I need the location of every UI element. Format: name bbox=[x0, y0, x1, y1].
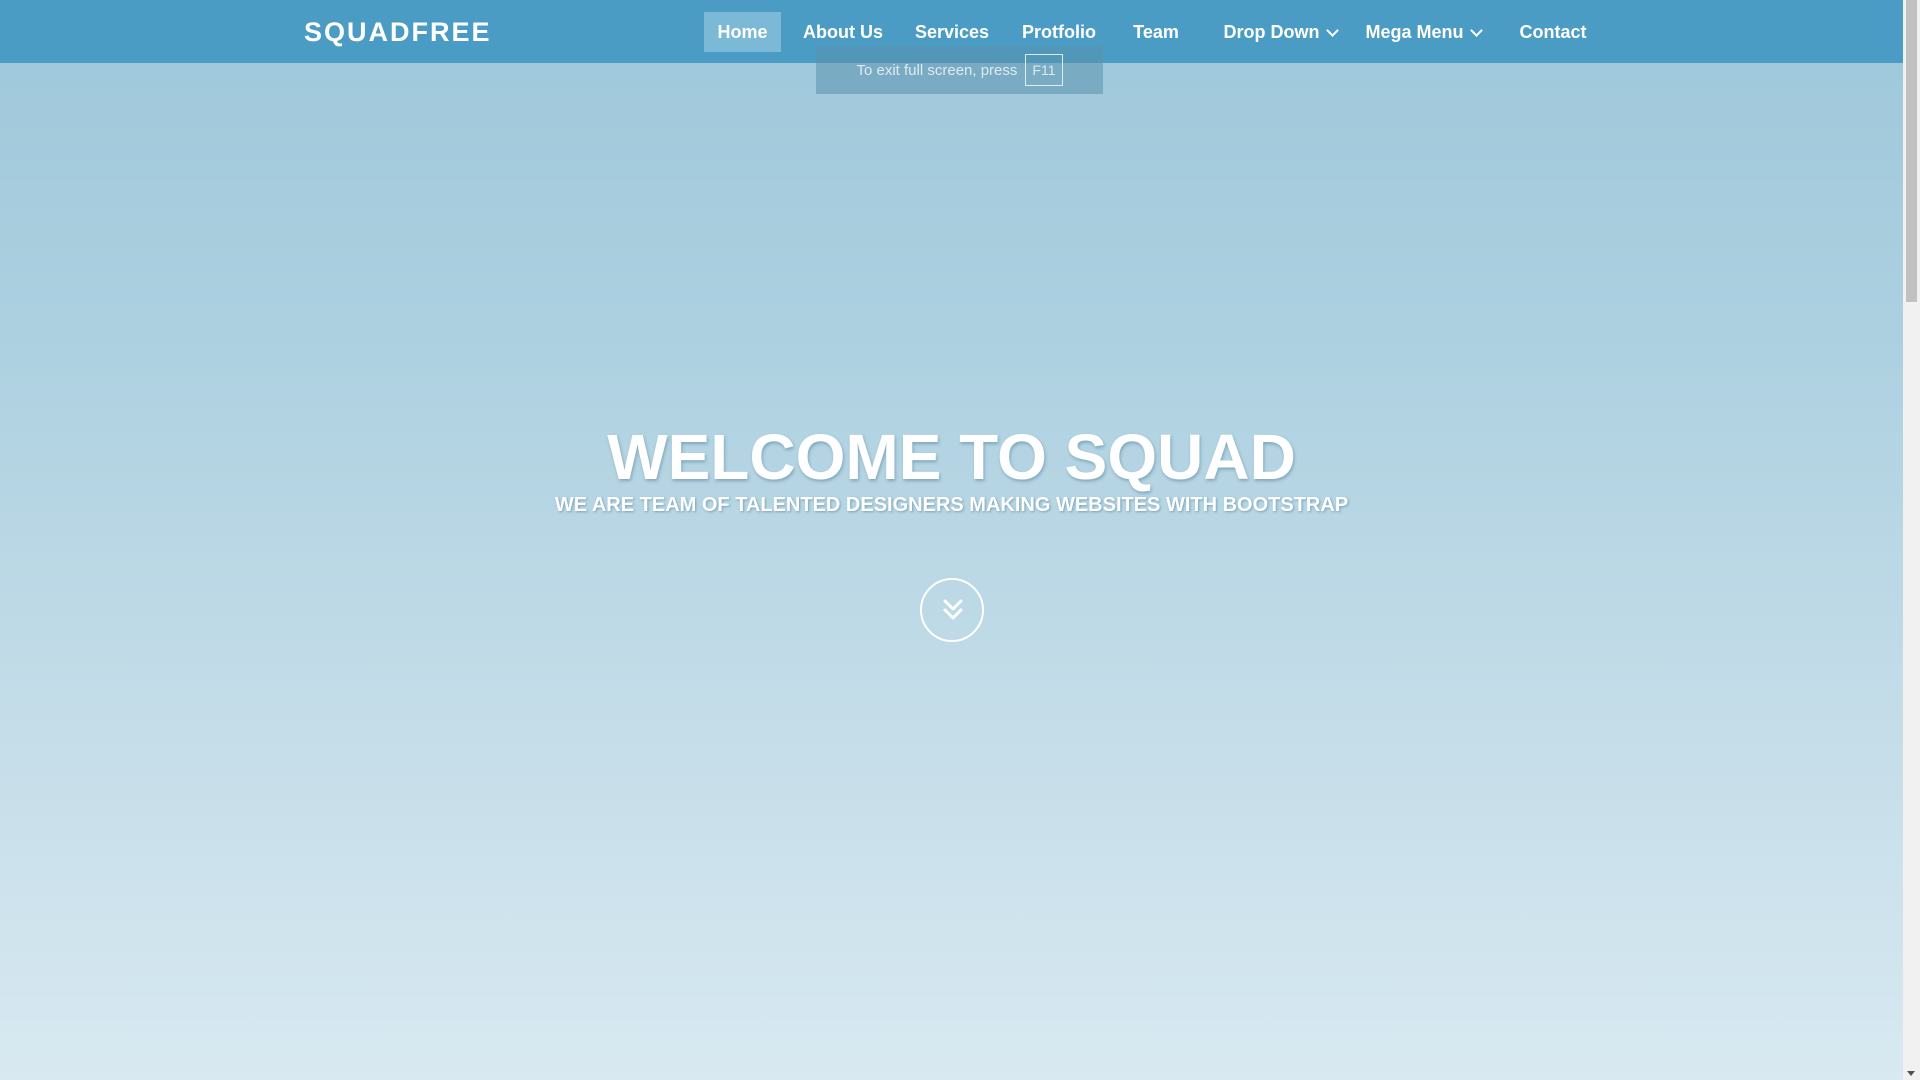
fullscreen-notice-text: To exit full screen, press bbox=[856, 61, 1018, 79]
scrollbar-thumb[interactable] bbox=[1906, 0, 1917, 302]
vertical-scrollbar[interactable] bbox=[1903, 0, 1920, 1080]
nav-item-label: Drop Down bbox=[1223, 21, 1320, 42]
double-chevron-down-icon bbox=[943, 599, 963, 620]
scroll-down-button[interactable] bbox=[920, 578, 984, 642]
nav-item-label: Services bbox=[914, 21, 990, 42]
hero-subtitle: WE ARE TEAM OF TALENTED DESIGNERS MAKING… bbox=[554, 494, 1349, 516]
fullscreen-exit-notice: To exit full screen, press F11 bbox=[816, 46, 1103, 94]
nav-item-label: About Us bbox=[803, 21, 883, 42]
chevron-down-icon bbox=[1325, 24, 1339, 37]
brand-logo[interactable]: SQUADFREE bbox=[304, 17, 492, 48]
nav-item-label: Mega Menu bbox=[1365, 21, 1464, 42]
nav-item-team[interactable]: Team bbox=[1125, 12, 1187, 52]
nav-item-mega-menu[interactable]: Mega Menu bbox=[1365, 12, 1483, 52]
nav-item-label: Contact bbox=[1519, 21, 1587, 42]
nav-item-contact[interactable]: Contact bbox=[1515, 12, 1591, 52]
nav-item-label: Team bbox=[1133, 21, 1179, 42]
nav-item-home[interactable]: Home bbox=[704, 12, 781, 52]
chevron-down-icon bbox=[1469, 24, 1483, 37]
hero-title: WELCOME TO SQUAD bbox=[607, 421, 1296, 493]
nav-item-label: Protfolio bbox=[1022, 21, 1096, 42]
scroll-down-arrow-icon[interactable] bbox=[1907, 1071, 1915, 1076]
fullscreen-key-badge: F11 bbox=[1025, 54, 1063, 86]
nav-item-drop-down[interactable]: Drop Down bbox=[1212, 12, 1348, 52]
nav-item-label: Home bbox=[717, 21, 768, 42]
